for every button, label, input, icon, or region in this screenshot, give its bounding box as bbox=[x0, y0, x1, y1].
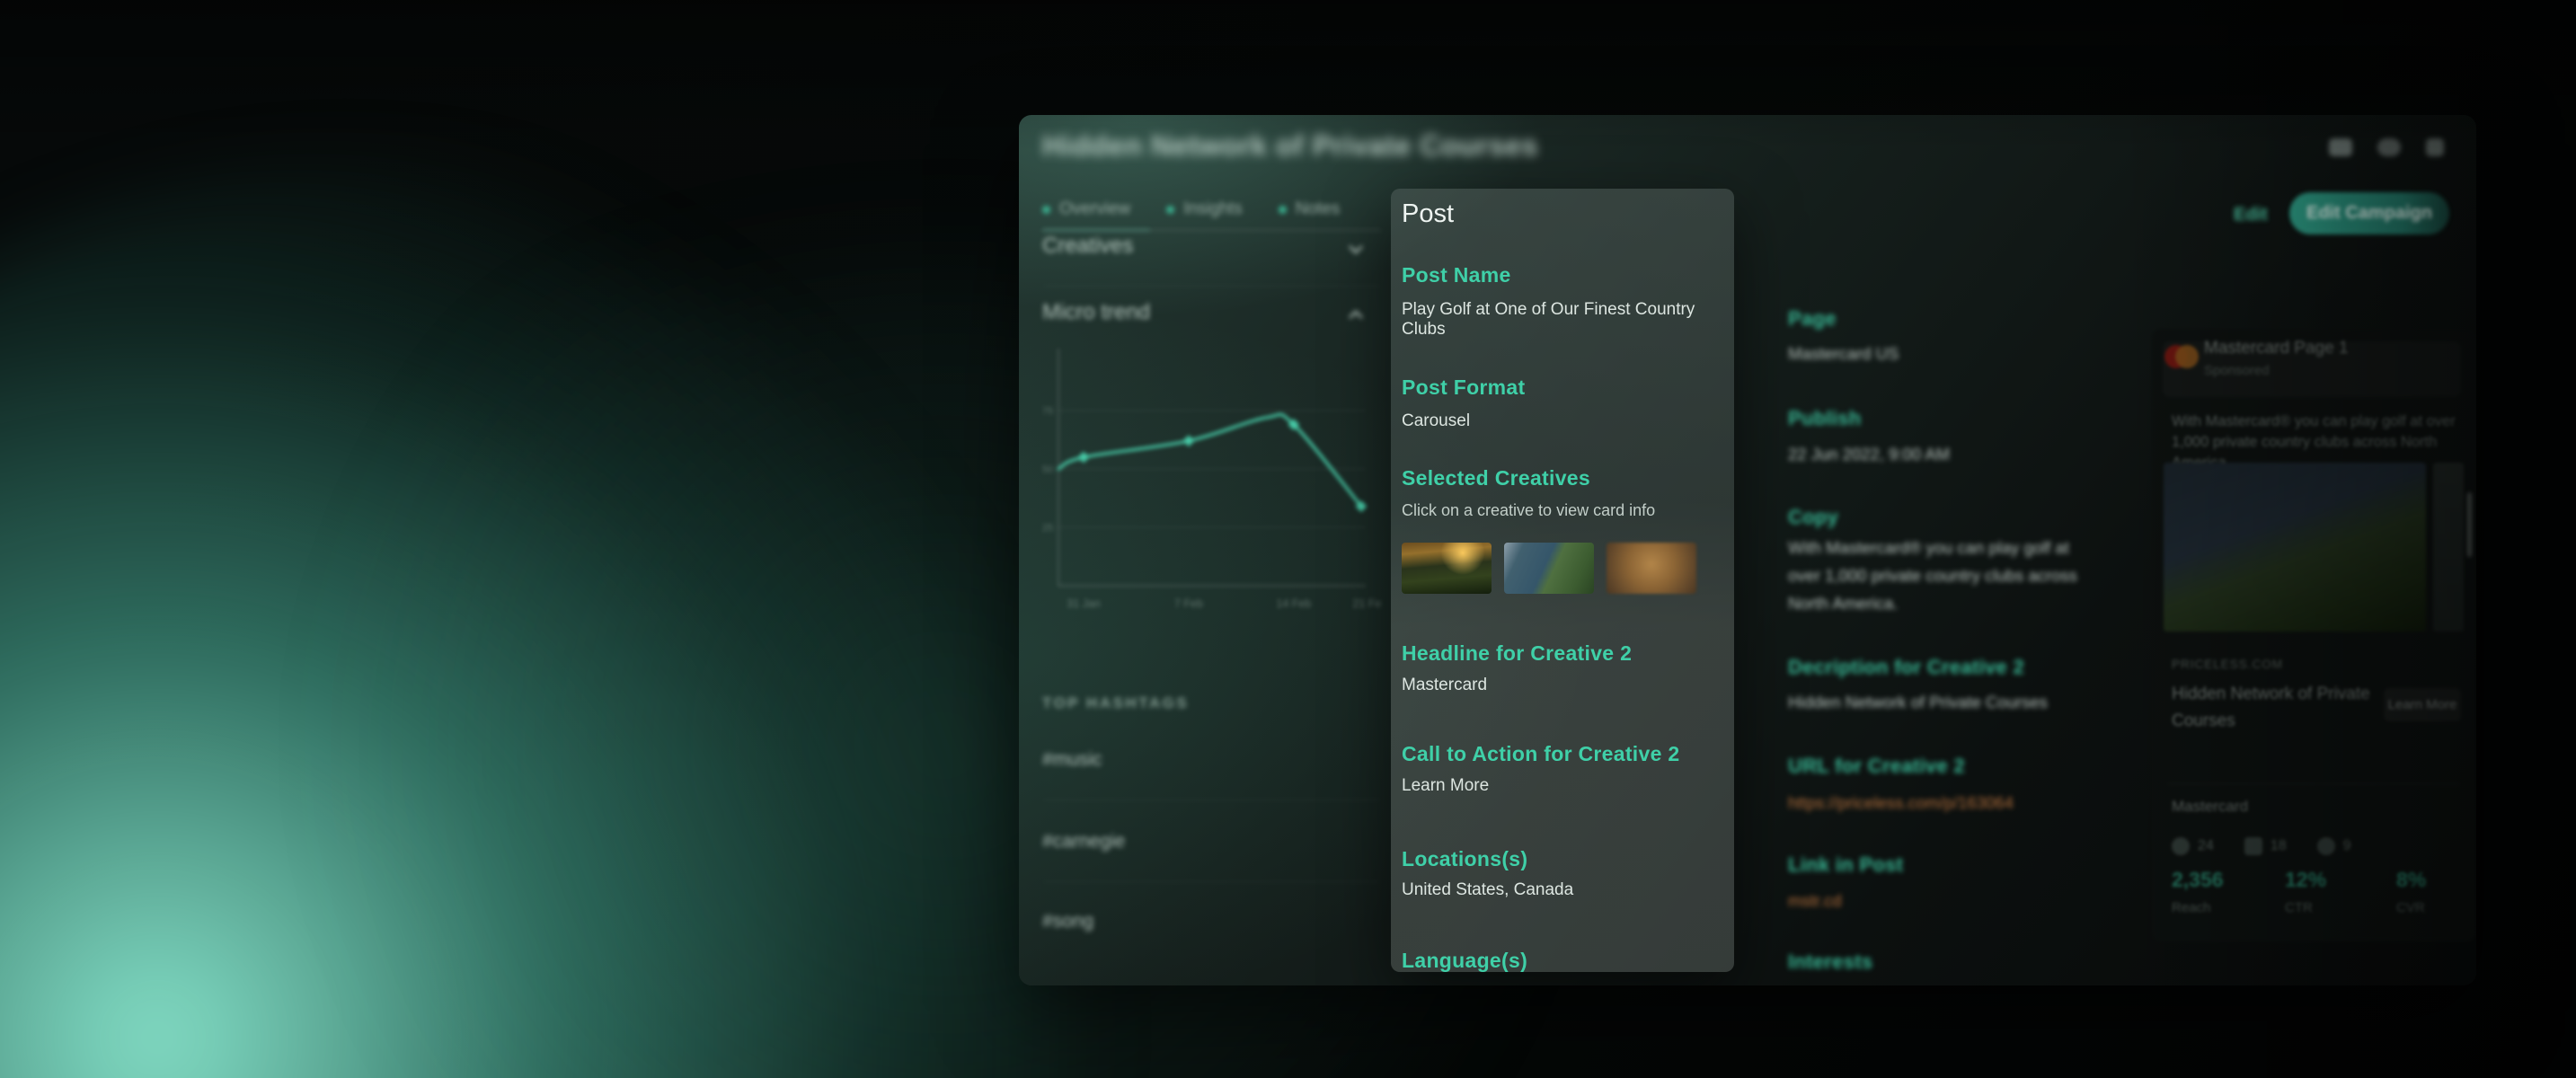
interests-field-label: Interests bbox=[1788, 950, 1873, 973]
preview-headline: Mastercard bbox=[2172, 798, 2249, 815]
post-format-value: Carousel bbox=[1402, 411, 1471, 430]
publish-field-label: Publish bbox=[1788, 407, 1862, 429]
svg-text:31 Jan: 31 Jan bbox=[1067, 597, 1101, 610]
preview-link-domain: PRICELESS.COM bbox=[2172, 658, 2284, 671]
avatars-icon[interactable] bbox=[2329, 138, 2352, 156]
tab-insights[interactable]: Insights bbox=[1166, 199, 1243, 219]
page-field-label: Page bbox=[1788, 307, 1837, 330]
micro-trend-header: Micro trend bbox=[1042, 300, 1151, 324]
post-name-value: Play Golf at One of Our Finest Country C… bbox=[1402, 300, 1695, 339]
tab-label: Notes bbox=[1295, 199, 1341, 218]
stat-label: CTR bbox=[2285, 900, 2313, 915]
divider bbox=[2168, 783, 2459, 784]
micro-trend-chart: 25 50 75 31 Jan 7 Feb 14 Feb 21 Feb bbox=[1042, 349, 1382, 610]
stat-value: 8% bbox=[2396, 868, 2427, 891]
tab-label: Insights bbox=[1183, 199, 1243, 218]
preview-page-name: Mastercard Page 1 bbox=[2204, 339, 2349, 358]
stat-value: 2,356 bbox=[2172, 868, 2224, 891]
link-in-post-link[interactable]: mstr.cd bbox=[1788, 887, 2098, 915]
like-icon bbox=[2172, 837, 2190, 855]
page-field-value: Mastercard US bbox=[1788, 344, 1899, 363]
preview-sponsored-label: Sponsored bbox=[2204, 363, 2270, 378]
like-count[interactable]: 24 bbox=[2172, 837, 2214, 855]
creative-thumbnail-2[interactable] bbox=[1504, 543, 1594, 594]
selected-creatives-hint: Click on a creative to view card info bbox=[1402, 501, 1656, 519]
screen: Hidden Network of Private Courses Edit E… bbox=[0, 0, 2576, 1078]
svg-text:21 Feb: 21 Feb bbox=[1353, 597, 1382, 610]
ambient-glow bbox=[0, 162, 1150, 1078]
like-count-value: 24 bbox=[2198, 838, 2214, 853]
post-preview-card: Mastercard Page 1 Sponsored With Masterc… bbox=[2152, 329, 2475, 941]
stat-label: CVR bbox=[2396, 900, 2425, 915]
header-actions bbox=[2329, 138, 2444, 156]
publish-field-value: 22 Jun 2022, 9:00 AM bbox=[1788, 445, 1950, 464]
preview-social-row: 24 18 9 bbox=[2172, 837, 2351, 855]
svg-text:75: 75 bbox=[1042, 406, 1053, 417]
chevron-up-icon[interactable] bbox=[1346, 305, 1366, 325]
creatives-section-header: Creatives bbox=[1042, 234, 1134, 258]
tab-underline-active bbox=[1042, 229, 1150, 231]
cta-label: Call to Action for Creative 2 bbox=[1402, 742, 1680, 765]
stat-value: 12% bbox=[2285, 868, 2327, 891]
comment-icon bbox=[2244, 837, 2262, 855]
locations-label: Locations(s) bbox=[1402, 847, 1528, 870]
link-in-post-label: Link in Post bbox=[1788, 853, 1904, 876]
share-icon[interactable] bbox=[2377, 138, 2401, 156]
svg-text:50: 50 bbox=[1042, 464, 1053, 475]
divider bbox=[1042, 286, 1381, 287]
preview-creative-image[interactable] bbox=[2164, 463, 2426, 632]
divider bbox=[1042, 881, 1381, 882]
share-count-value: 9 bbox=[2342, 838, 2351, 853]
copy-field-label: Copy bbox=[1788, 506, 1839, 528]
hashtag-item[interactable]: #carnegie bbox=[1042, 831, 1125, 853]
cta-value: Learn More bbox=[1402, 776, 1490, 795]
comment-count[interactable]: 18 bbox=[2244, 837, 2287, 855]
locations-value: United States, Canada bbox=[1402, 880, 1574, 899]
tab-bar: Overview Insights Notes bbox=[1042, 199, 1340, 219]
headline-value: Mastercard bbox=[1402, 676, 1488, 694]
tab-overview[interactable]: Overview bbox=[1042, 199, 1130, 219]
modal-title: Post bbox=[1402, 199, 1455, 228]
page-title: Hidden Network of Private Courses bbox=[1042, 129, 1538, 162]
chevron-down-icon[interactable] bbox=[1346, 239, 1366, 259]
post-format-label: Post Format bbox=[1402, 376, 1526, 399]
tab-dot-icon bbox=[1166, 205, 1175, 214]
edit-button[interactable]: Edit bbox=[2234, 205, 2268, 225]
description-field-label: Decription for Creative 2 bbox=[1788, 656, 2025, 678]
creative-thumbnail-3[interactable] bbox=[1607, 543, 1696, 594]
svg-text:14 Feb: 14 Feb bbox=[1276, 597, 1311, 610]
hashtag-item[interactable]: #song bbox=[1042, 911, 1093, 932]
hashtag-item[interactable]: #music bbox=[1042, 749, 1102, 771]
copy-field-value: With Mastercard® you can play golf at ov… bbox=[1788, 538, 2077, 613]
tab-label: Overview bbox=[1059, 199, 1131, 218]
creative-url-link[interactable]: https://priceless.com/p/163064 bbox=[1788, 789, 2098, 817]
preview-link-title: Hidden Network of Private Courses bbox=[2172, 685, 2370, 730]
share-count[interactable]: 9 bbox=[2316, 837, 2351, 855]
hashtags-header: TOP HASHTAGS bbox=[1042, 694, 1190, 711]
preview-carousel-next-image[interactable] bbox=[2433, 463, 2464, 632]
preview-cta-button[interactable]: Learn More bbox=[2384, 688, 2461, 721]
menu-icon[interactable] bbox=[2426, 138, 2444, 156]
tab-dot-icon bbox=[1042, 205, 1050, 214]
url-field-label: URL for Creative 2 bbox=[1788, 755, 1965, 777]
app-window: Hidden Network of Private Courses Edit E… bbox=[1019, 115, 2476, 985]
scrollbar[interactable] bbox=[2467, 492, 2472, 557]
svg-text:25: 25 bbox=[1042, 523, 1053, 534]
languages-label: Language(s) bbox=[1402, 949, 1528, 972]
creative-thumbnail-1[interactable] bbox=[1402, 543, 1492, 594]
mastercard-avatar bbox=[2164, 341, 2199, 372]
stat-label: Reach bbox=[2172, 900, 2211, 915]
description-field-value: Hidden Network of Private Courses bbox=[1788, 693, 2048, 711]
tab-notes[interactable]: Notes bbox=[1278, 199, 1341, 219]
comment-count-value: 18 bbox=[2270, 838, 2287, 853]
tab-dot-icon bbox=[1278, 205, 1287, 214]
svg-text:7 Feb: 7 Feb bbox=[1174, 597, 1203, 610]
headline-label: Headline for Creative 2 bbox=[1402, 641, 1633, 665]
post-name-label: Post Name bbox=[1402, 263, 1511, 287]
share-icon bbox=[2316, 837, 2335, 855]
selected-creatives-label: Selected Creatives bbox=[1402, 466, 1590, 490]
post-modal: Post Post Name Play Golf at One of Our F… bbox=[1391, 189, 1734, 972]
primary-action-button[interactable]: Edit Campaign bbox=[2289, 192, 2449, 234]
